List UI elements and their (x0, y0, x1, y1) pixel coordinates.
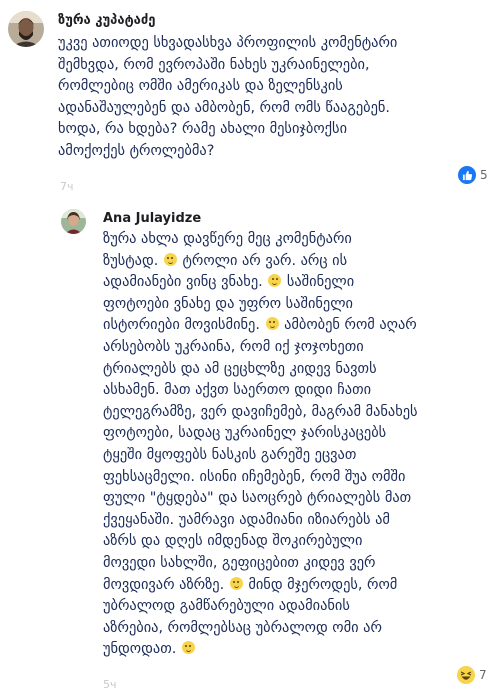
comment-line: უნდოდათ. (103, 639, 418, 661)
comment-line: მოვედი სახლში, გეფიცებით კიდევ ვერ (103, 554, 376, 571)
comment-text: ზურა ახლა დავწერე მეც კომენტარი ზუსტად. … (103, 229, 418, 661)
smile-emoji-icon (181, 641, 195, 655)
reaction-count: 7 (479, 668, 487, 682)
comment-line: აზრებია, რომლებსაც უბრალოდ ომი არ (103, 619, 382, 636)
smile-emoji-icon (163, 252, 177, 266)
comment-line: ფული "ტყდება" და საოცრებ ტრიალებს მათ (103, 490, 412, 507)
comment-line: ტყეში მყოფებს ნასკის გარეშე ეცვათ (103, 446, 357, 463)
laughing-emoji-icon (457, 666, 475, 684)
comment-timestamp[interactable]: 7ч (60, 180, 74, 193)
reaction-summary[interactable]: 7 (457, 666, 487, 684)
comment-line: უბრალოდ გამწარებული ადამიანის (103, 598, 350, 615)
smile-emoji-icon (268, 274, 282, 288)
reaction-count: 5 (480, 168, 488, 182)
comment-author[interactable]: ზურა კუპატაძე (58, 13, 155, 28)
comment-line: ფოტოები ვნახე და უფრო საშინელი (103, 295, 354, 312)
comment-line: ტრიალებს და ამ ცეცხლზე კიდევ ნავთს (103, 360, 377, 377)
comment-timestamp[interactable]: 5ч (103, 678, 117, 691)
comment-line: ასხამენ. მათ აქვთ საერთო დიდი ჩათი (103, 382, 372, 399)
comment-line: ზუსტად. ტროლი არ ვარ. არც ის (103, 252, 348, 269)
comment-1: ზურა კუპატაძე უკვე ათიოდე სხვადასხვა პრო… (0, 0, 504, 200)
comment-text: უკვე ათიოდე სხვადასხვა პროფილის კომენტარ… (58, 33, 397, 163)
comment-line: ზურა ახლა დავწერე მეც კომენტარი (103, 231, 352, 247)
comment-line: ტელეგრამზე, ვერ დავიჩემებ, მაგრამ მანახე… (103, 403, 418, 420)
comment-line: ადამიანები ვინც ვნახე. საშინელი (103, 274, 355, 291)
comment-line: ქვეყანაში. უამრავი ადამიანი იზიარებს ამ (103, 511, 390, 528)
comment-line: შემხვდა, რომ ევროპაში ნახეს უკრაინელები, (58, 56, 370, 73)
avatar[interactable] (8, 11, 44, 47)
smile-emoji-icon (229, 576, 243, 590)
smile-emoji-icon (265, 317, 279, 331)
comment-line: ხოდა, რა ხდება? რამე ახალი მესიჯბოქსი (58, 121, 348, 138)
comment-line: ფოტოები, სადაც უკრაინელ ჯარისკაცებს (103, 425, 387, 442)
comment-line: რომლებიც ომში ამერიკას და ზელენსკის (58, 78, 343, 95)
comment-line: ამოქოქეს ტროლებმა? (58, 142, 215, 159)
comment-line: უკვე ათიოდე სხვადასხვა პროფილის კომენტარ… (58, 35, 398, 51)
comment-line: ადანაშაულებენ და ამბობენ, რომ ომს წააგებ… (58, 99, 390, 116)
comment-line: არსებობს უკრაინა, რომ იქ ჯოჯოხეთი (103, 338, 364, 355)
like-icon (458, 166, 476, 184)
comment-author[interactable]: Ana Julayidze (103, 211, 201, 226)
comment-line: აზრს და დღეს იმდენად შოკირებული (103, 533, 363, 550)
comment-line: ისტორიები მოვისმინე. ამბობენ რომ აღარ (103, 317, 417, 334)
comment-2: Ana Julayidze ზურა ახლა დავწერე მეც კომე… (0, 200, 504, 696)
reaction-summary[interactable]: 5 (458, 166, 488, 184)
comment-line: მოვდივარ აზრზე. მინდ მჯეროდეს, რომ (103, 576, 398, 593)
comment-line: ფეხსაცმელი. ისინი იჩემებენ, რომ შუა ომში (103, 468, 406, 485)
avatar[interactable] (61, 209, 86, 234)
